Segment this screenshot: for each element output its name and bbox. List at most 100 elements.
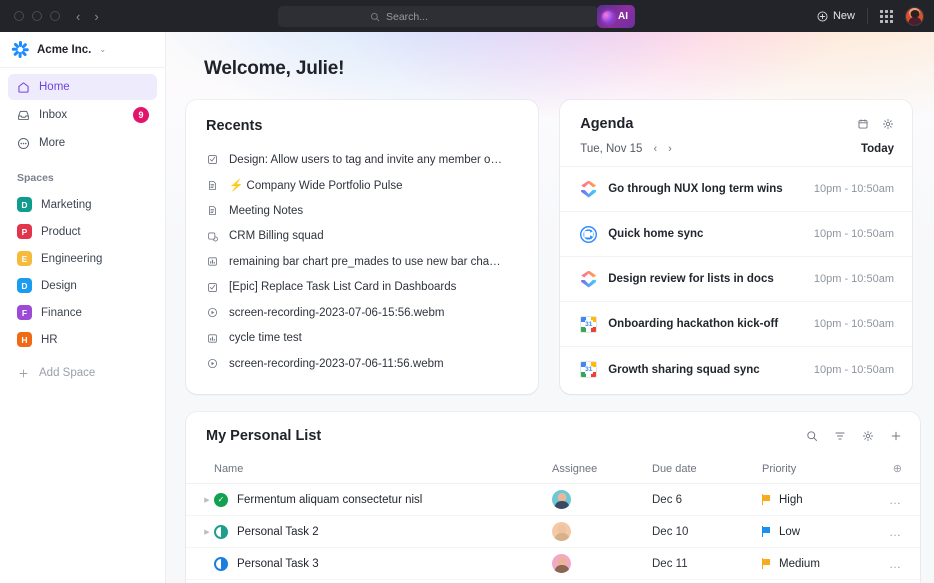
- sidebar-item-inbox[interactable]: Inbox 9: [8, 102, 157, 128]
- calendar-icon[interactable]: [857, 118, 869, 130]
- table-row[interactable]: Personal Task 3 Dec 11 Medium …: [186, 548, 920, 580]
- list-item[interactable]: Meeting Notes: [206, 198, 520, 224]
- list-item[interactable]: screen-recording-2023-07-06-15:56.webm: [206, 300, 520, 326]
- search-icon[interactable]: [806, 430, 818, 442]
- list-item[interactable]: Design: Allow users to tag and invite an…: [206, 147, 520, 173]
- inbox-badge: 9: [133, 107, 149, 123]
- sidebar-item-finance[interactable]: F Finance: [0, 299, 165, 326]
- sidebar-item-engineering[interactable]: E Engineering: [0, 245, 165, 272]
- chevron-down-icon[interactable]: ⌄: [99, 45, 106, 54]
- list-item[interactable]: Quick home sync 10pm - 10:50am: [560, 212, 912, 257]
- space-avatar: E: [17, 251, 32, 266]
- expand-caret-icon[interactable]: ▶: [200, 496, 214, 504]
- sidebar-item-design[interactable]: D Design: [0, 272, 165, 299]
- column-header-priority[interactable]: Priority: [762, 463, 872, 475]
- add-column-icon[interactable]: ⊕: [872, 462, 902, 475]
- table-header: Name Assignee Due date Priority ⊕: [186, 454, 920, 484]
- app-window: ‹ › AI New: [0, 0, 934, 583]
- personal-list-card: My Personal List Name Assignee Due date …: [186, 412, 920, 583]
- more-icon: [17, 137, 30, 149]
- space-avatar: H: [17, 332, 32, 347]
- plus-circle-icon: [817, 11, 828, 21]
- due-date[interactable]: Dec 10: [652, 526, 762, 538]
- list-item-label: remaining bar chart pre_mades to use new…: [229, 255, 501, 268]
- sidebar-item-marketing[interactable]: D Marketing: [0, 191, 165, 218]
- video-icon: [206, 358, 219, 369]
- global-search[interactable]: [278, 6, 598, 27]
- maximize-window-icon[interactable]: [50, 11, 60, 21]
- table-row[interactable]: ▶ Personal Task 2 Dec 10 Low …: [186, 516, 920, 548]
- list-item[interactable]: remaining bar chart pre_mades to use new…: [206, 249, 520, 275]
- row-more-icon[interactable]: …: [872, 525, 902, 539]
- list-item[interactable]: screen-recording-2023-07-06-11:56.webm: [206, 351, 520, 377]
- add-space-button[interactable]: Add Space: [0, 359, 165, 387]
- table-row[interactable]: ▶ ✓ Fermentum aliquam consectetur nisl D…: [186, 484, 920, 516]
- column-header-due-date[interactable]: Due date: [652, 463, 762, 475]
- priority-cell[interactable]: Medium: [762, 558, 872, 570]
- sidebar-item-more[interactable]: More: [8, 130, 157, 156]
- expand-caret-icon[interactable]: ▶: [200, 528, 214, 536]
- assignee-cell[interactable]: [552, 554, 652, 573]
- titlebar-right: New: [817, 0, 924, 32]
- space-label: Engineering: [41, 252, 103, 265]
- space-label: Design: [41, 279, 77, 292]
- list-item[interactable]: cycle time test: [206, 326, 520, 352]
- personal-list-title: My Personal List: [206, 428, 322, 444]
- list-item[interactable]: ⚡ Company Wide Portfolio Pulse: [206, 173, 520, 199]
- list-item[interactable]: 31 Growth sharing squad sync 10pm - 10:5…: [560, 347, 912, 392]
- page-title: Welcome, Julie!: [204, 58, 345, 79]
- new-button[interactable]: New: [817, 10, 855, 22]
- list-icon: [206, 231, 219, 242]
- space-label: Finance: [41, 306, 82, 319]
- apps-grid-icon[interactable]: [880, 9, 893, 23]
- space-label: HR: [41, 333, 58, 346]
- list-item[interactable]: CRM Billing squad: [206, 224, 520, 250]
- workspace-switcher[interactable]: Acme Inc. ⌄: [0, 32, 165, 68]
- assignee-cell[interactable]: [552, 490, 652, 509]
- forward-icon[interactable]: ›: [94, 10, 98, 23]
- sidebar-item-hr[interactable]: H HR: [0, 326, 165, 353]
- priority-cell[interactable]: Low: [762, 526, 872, 538]
- agenda-prev-icon[interactable]: ‹: [653, 143, 657, 155]
- gear-icon[interactable]: [882, 118, 894, 130]
- recents-list: Design: Allow users to tag and invite an…: [206, 147, 520, 377]
- minimize-window-icon[interactable]: [32, 11, 42, 21]
- row-more-icon[interactable]: …: [872, 557, 902, 571]
- assignee-cell[interactable]: [552, 522, 652, 541]
- status-in-progress-icon[interactable]: [214, 524, 228, 539]
- search-input[interactable]: [386, 10, 506, 23]
- event-title: Growth sharing squad sync: [608, 363, 760, 376]
- video-icon: [206, 307, 219, 318]
- agenda-next-icon[interactable]: ›: [668, 143, 672, 155]
- avatar[interactable]: [905, 6, 924, 26]
- close-window-icon[interactable]: [14, 11, 24, 21]
- spaces-list: D Marketing P Product E Engineering D De…: [0, 191, 165, 353]
- column-header-assignee[interactable]: Assignee: [552, 463, 652, 475]
- priority-cell[interactable]: High: [762, 494, 872, 506]
- sidebar-item-home[interactable]: Home: [8, 74, 157, 100]
- list-item[interactable]: [Epic] Replace Task List Card in Dashboa…: [206, 275, 520, 301]
- due-date[interactable]: Dec 6: [652, 494, 762, 506]
- filter-icon[interactable]: [834, 430, 846, 442]
- sidebar-item-label: Home: [39, 81, 70, 93]
- status-in-progress-icon[interactable]: [214, 556, 228, 571]
- row-more-icon[interactable]: …: [872, 493, 902, 507]
- list-item[interactable]: Go through NUX long term wins 10pm - 10:…: [560, 167, 912, 212]
- column-header-name[interactable]: Name: [214, 463, 552, 475]
- plus-icon[interactable]: [890, 430, 902, 442]
- list-item[interactable]: 31 Onboarding hackathon kick-off 10pm - …: [560, 302, 912, 347]
- ai-button[interactable]: AI: [597, 5, 635, 28]
- list-item-label: cycle time test: [229, 332, 302, 345]
- sidebar-item-product[interactable]: P Product: [0, 218, 165, 245]
- due-date[interactable]: Dec 11: [652, 558, 762, 570]
- window-controls[interactable]: [0, 11, 60, 21]
- list-item[interactable]: Design review for lists in docs 10pm - 1…: [560, 257, 912, 302]
- history-nav: ‹ ›: [76, 10, 99, 23]
- status-complete-icon[interactable]: ✓: [214, 492, 228, 507]
- back-icon[interactable]: ‹: [76, 10, 80, 23]
- priority-flag-icon: [762, 526, 771, 537]
- agenda-today-button[interactable]: Today: [861, 143, 894, 155]
- gear-icon[interactable]: [862, 430, 874, 442]
- event-title: Quick home sync: [608, 228, 704, 240]
- sidebar-nav: Home Inbox 9 More: [0, 68, 165, 158]
